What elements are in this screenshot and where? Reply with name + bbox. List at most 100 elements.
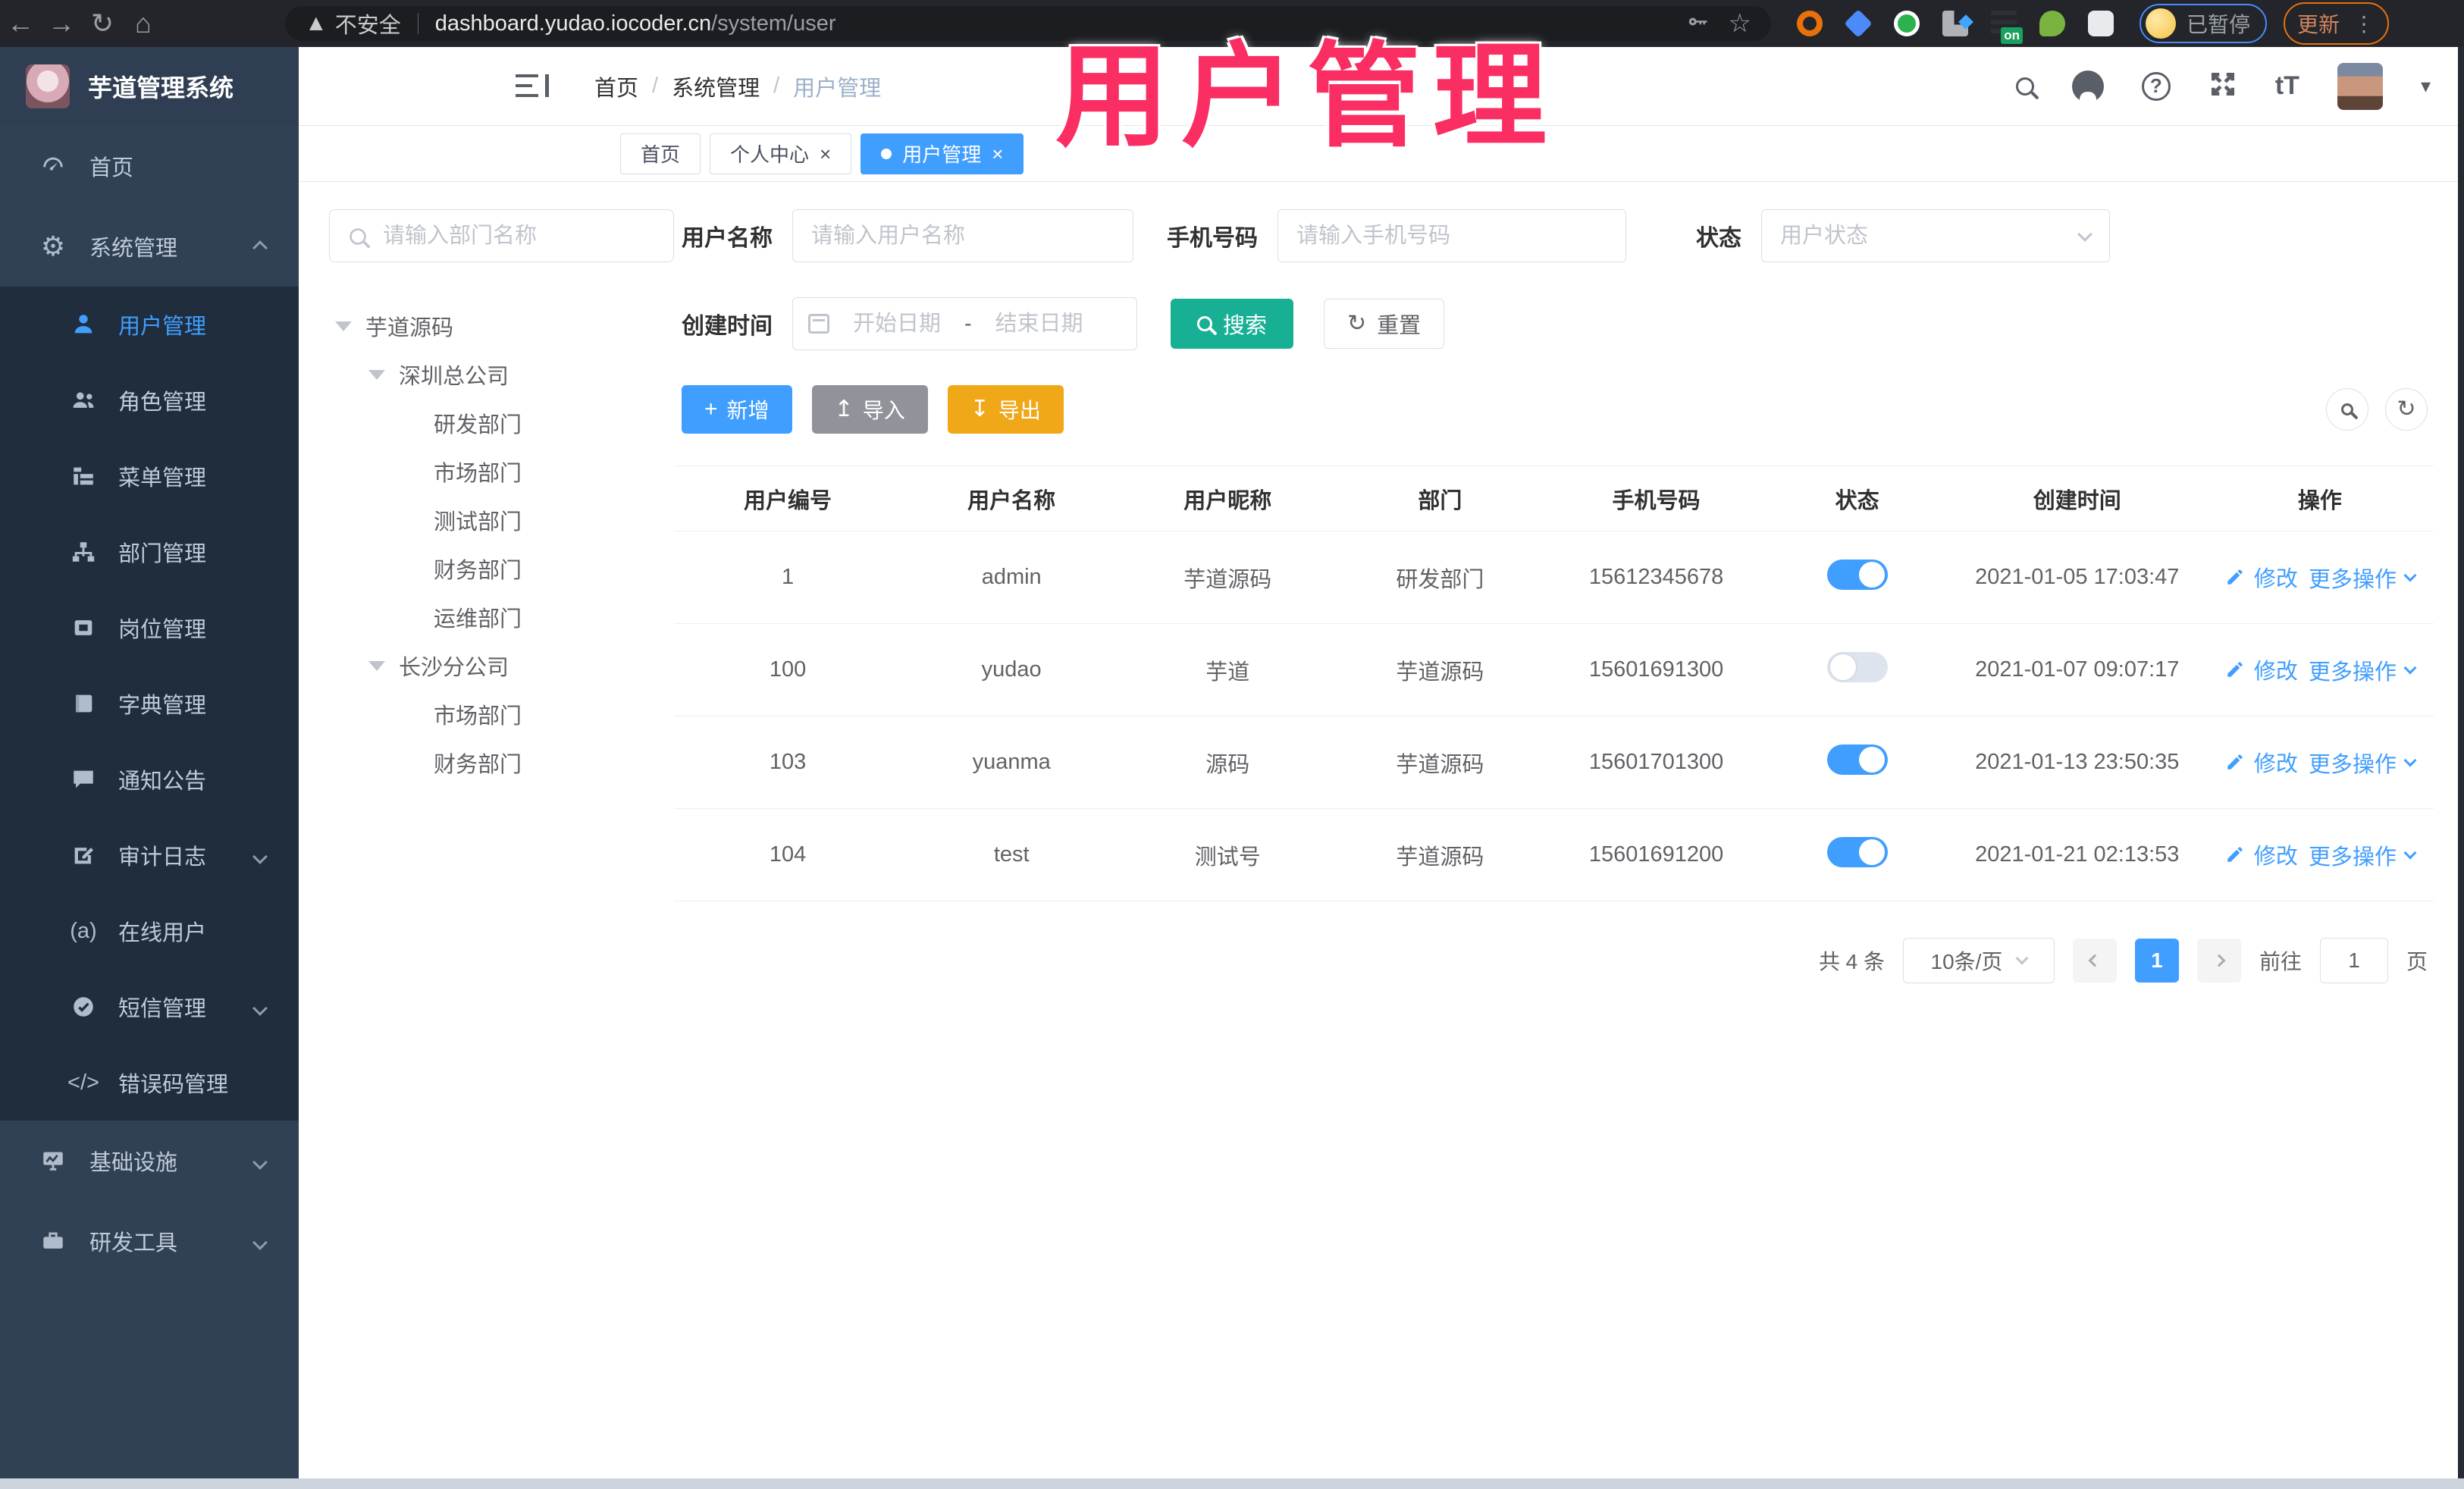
browser-home-icon[interactable]: ⌂ — [123, 8, 164, 39]
dept-search-input[interactable] — [329, 209, 674, 262]
logo[interactable]: 芋道管理系统 — [0, 47, 299, 126]
horizontal-scrollbar[interactable] — [0, 1478, 2464, 1489]
more-actions-link[interactable]: 更多操作 — [2309, 747, 2417, 779]
header-search-icon[interactable] — [2015, 77, 2034, 96]
add-button[interactable]: + 新增 — [682, 385, 792, 434]
extension-green-circle-icon[interactable] — [1894, 11, 1920, 36]
edit-link[interactable]: 修改 — [2225, 561, 2298, 593]
url-host[interactable]: dashboard.yudao.iocoder.cn — [435, 11, 711, 36]
toggle-search-button[interactable] — [2326, 388, 2368, 431]
sidebar-item-home[interactable]: 首页 — [0, 126, 299, 206]
extension-blue-gem-icon[interactable] — [1844, 9, 1873, 38]
tab-home[interactable]: 首页 — [620, 133, 701, 174]
tree-node-leaf[interactable]: 财务部门 — [329, 544, 674, 593]
font-size-icon[interactable]: tT — [2275, 71, 2299, 101]
sidebar-item-errorcode-management[interactable]: </> 错误码管理 — [0, 1045, 299, 1121]
window-scrollbar[interactable] — [2458, 47, 2464, 1478]
profile-paused-chip[interactable]: 已暂停 — [2140, 4, 2268, 43]
help-icon[interactable]: ? — [2141, 71, 2171, 101]
sidebar-item-sms-management[interactable]: 短信管理 — [0, 969, 299, 1045]
sidebar-item-menu-management[interactable]: 菜单管理 — [0, 438, 299, 514]
date-start-input[interactable] — [840, 310, 954, 337]
breadcrumb-section[interactable]: 系统管理 — [672, 71, 760, 102]
tree-node-root[interactable]: 芋道源码 — [329, 302, 674, 350]
chevron-down-icon — [2015, 951, 2029, 965]
sidebar-item-dict-management[interactable]: 字典管理 — [0, 666, 299, 741]
fullscreen-icon[interactable] — [2209, 70, 2237, 102]
import-button[interactable]: ↥ 导入 — [811, 385, 928, 434]
sidebar-item-role-management[interactable]: 角色管理 — [0, 362, 299, 438]
avatar-caret-icon[interactable]: ▾ — [2421, 74, 2431, 98]
bookmark-star-icon[interactable]: ☆ — [1729, 8, 1751, 39]
tree-caret-icon[interactable] — [368, 660, 385, 671]
tree-node-leaf[interactable]: 研发部门 — [329, 399, 674, 447]
date-range-picker[interactable]: - — [792, 297, 1137, 350]
browser-forward-icon[interactable]: → — [41, 8, 82, 39]
url-path[interactable]: /system/user — [711, 11, 835, 36]
tree-node-branch[interactable]: 深圳总公司 — [329, 350, 674, 399]
refresh-table-button[interactable]: ↻ — [2385, 388, 2428, 431]
extension-orange-ring-icon[interactable] — [1797, 11, 1823, 36]
breadcrumb-home[interactable]: 首页 — [594, 71, 638, 102]
browser-menu-icon[interactable]: ⋮ — [2353, 11, 2375, 36]
page-size-value: 10条/页 — [1930, 950, 2003, 973]
close-icon[interactable]: × — [820, 144, 831, 164]
sidebar-collapse-icon[interactable] — [516, 74, 549, 99]
sidebar-item-dev-tools[interactable]: 研发工具 — [0, 1201, 299, 1281]
extensions-puzzle-icon[interactable] — [2088, 11, 2114, 36]
sidebar-item-system[interactable]: ⚙ 系统管理 — [0, 206, 299, 287]
prev-page-button[interactable] — [2072, 939, 2117, 983]
tree-node-leaf[interactable]: 财务部门 — [329, 738, 674, 787]
sidebar: 芋道管理系统 首页 ⚙ 系统管理 用户管理 角色管理 菜单管理 部门管理 岗位管… — [0, 47, 299, 1489]
sidebar-item-online-users[interactable]: (a) 在线用户 — [0, 893, 299, 969]
status-toggle[interactable] — [1826, 744, 1888, 775]
user-avatar[interactable] — [2337, 62, 2383, 110]
sidebar-item-notice[interactable]: 通知公告 — [0, 741, 299, 817]
page-size-select[interactable]: 10条/页 — [1902, 938, 2055, 983]
browser-reload-icon[interactable]: ↻ — [82, 8, 123, 39]
sidebar-item-dept-management[interactable]: 部门管理 — [0, 514, 299, 590]
reset-button[interactable]: ↻ 重置 — [1324, 299, 1445, 349]
tree-caret-icon[interactable] — [368, 369, 385, 380]
tab-profile[interactable]: 个人中心 × — [710, 133, 852, 174]
sidebar-item-label: 部门管理 — [118, 542, 207, 566]
status-toggle[interactable] — [1826, 836, 1888, 867]
browser-update-button[interactable]: 更新 ⋮ — [2284, 2, 2390, 45]
date-end-input[interactable] — [982, 310, 1096, 337]
tree-node-leaf[interactable]: 测试部门 — [329, 496, 674, 544]
edit-link[interactable]: 修改 — [2225, 839, 2298, 870]
edit-link[interactable]: 修改 — [2225, 746, 2298, 778]
edit-link[interactable]: 修改 — [2225, 654, 2298, 685]
status-select[interactable] — [1761, 209, 2110, 262]
sidebar-item-audit-log[interactable]: 审计日志 — [0, 817, 299, 893]
more-actions-link[interactable]: 更多操作 — [2309, 654, 2417, 686]
tree-caret-icon[interactable] — [335, 321, 352, 331]
sidebar-item-infrastructure[interactable]: 基础设施 — [0, 1121, 299, 1201]
search-button[interactable]: 搜索 — [1171, 299, 1294, 349]
current-page-button[interactable]: 1 — [2134, 939, 2179, 983]
tree-node-leaf[interactable]: 市场部门 — [329, 690, 674, 738]
tree-node-branch[interactable]: 长沙分公司 — [329, 641, 674, 690]
more-actions-link[interactable]: 更多操作 — [2309, 839, 2417, 871]
sidebar-item-post-management[interactable]: 岗位管理 — [0, 590, 299, 666]
close-icon[interactable]: × — [992, 144, 1003, 164]
goto-page-input[interactable] — [2319, 938, 2388, 983]
mobile-input[interactable] — [1277, 209, 1626, 262]
sidebar-item-user-management[interactable]: 用户管理 — [0, 287, 299, 362]
status-toggle[interactable] — [1826, 651, 1888, 682]
browser-back-icon[interactable]: ← — [0, 8, 41, 39]
next-page-button[interactable] — [2196, 939, 2241, 983]
username-input[interactable] — [792, 209, 1133, 262]
extension-grid-icon[interactable] — [1942, 11, 1968, 36]
tree-node-leaf[interactable]: 运维部门 — [329, 593, 674, 641]
tab-user-management[interactable]: 用户管理 × — [861, 133, 1024, 174]
extension-list-icon[interactable]: on — [1991, 11, 2023, 44]
more-actions-link[interactable]: 更多操作 — [2309, 562, 2417, 594]
not-secure-warning[interactable]: ▲ 不安全 — [305, 8, 401, 39]
password-key-icon[interactable] — [1686, 12, 1709, 35]
status-toggle[interactable] — [1826, 559, 1888, 590]
github-icon[interactable] — [2071, 70, 2104, 102]
tree-node-leaf[interactable]: 市场部门 — [329, 447, 674, 496]
extension-leaf-icon[interactable] — [2039, 11, 2065, 36]
export-button[interactable]: ↧ 导出 — [947, 385, 1064, 434]
